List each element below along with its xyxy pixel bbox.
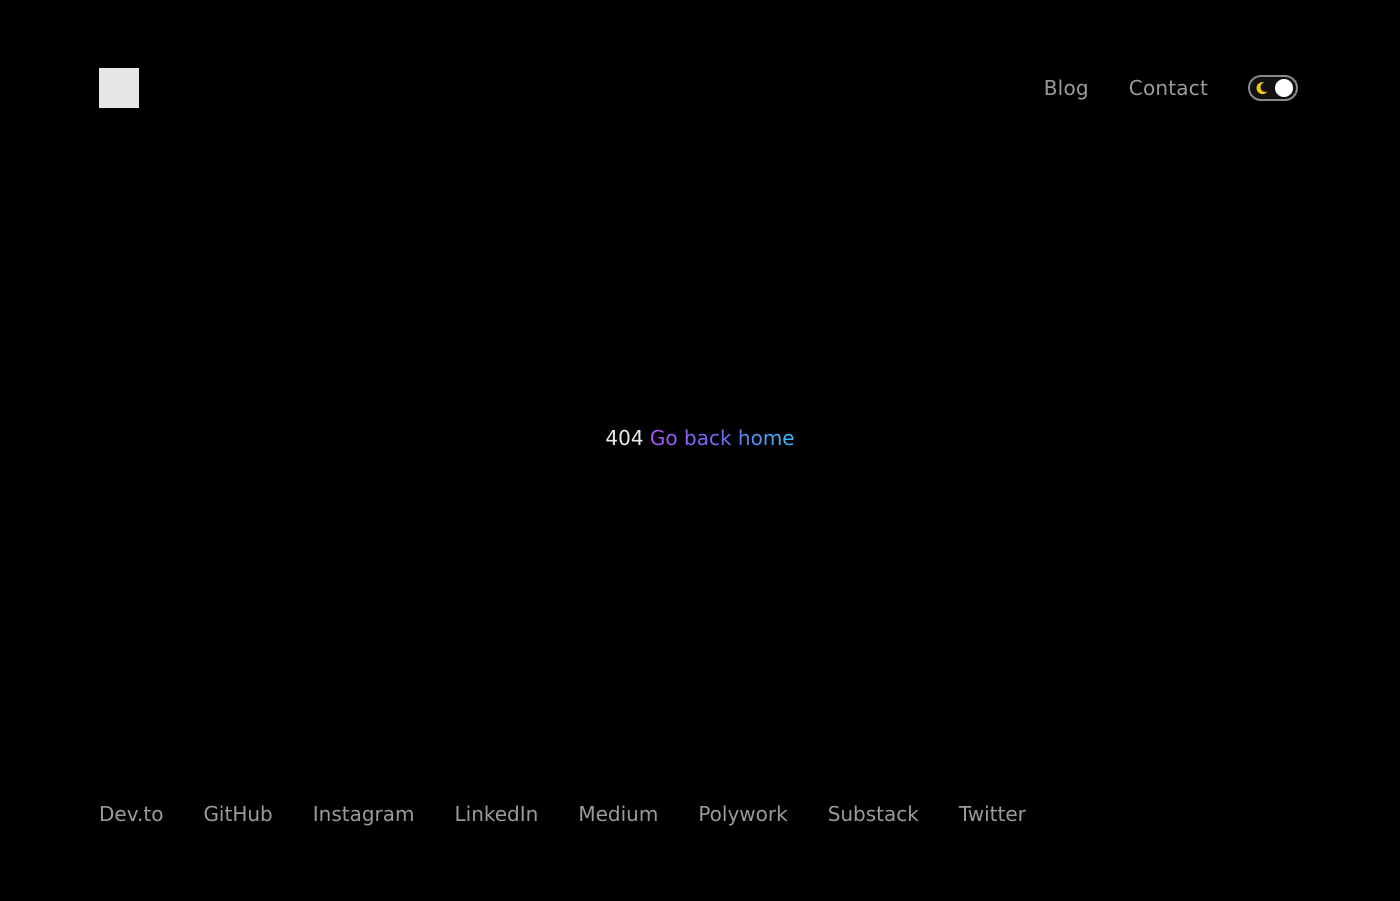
moon-icon: [1256, 82, 1268, 95]
footer-link-devto[interactable]: Dev.to: [99, 802, 163, 826]
footer-link-github[interactable]: GitHub: [203, 802, 272, 826]
theme-toggle[interactable]: [1248, 75, 1298, 101]
top-nav: Blog Contact: [1044, 72, 1298, 104]
go-back-home-link[interactable]: Go back home: [650, 426, 795, 450]
footer-link-twitter[interactable]: Twitter: [959, 802, 1026, 826]
footer-link-instagram[interactable]: Instagram: [313, 802, 415, 826]
footer-link-linkedin[interactable]: LinkedIn: [455, 802, 539, 826]
footer-link-medium[interactable]: Medium: [578, 802, 658, 826]
logo-home-link[interactable]: [99, 68, 139, 108]
toggle-knob: [1275, 79, 1293, 97]
footer-link-polywork[interactable]: Polywork: [698, 802, 787, 826]
page: Blog Contact 404 Go back home Dev.to Git…: [0, 0, 1400, 901]
error-code: 404: [605, 426, 644, 450]
not-found-message: 404 Go back home: [0, 425, 1400, 451]
footer-link-substack[interactable]: Substack: [828, 802, 919, 826]
nav-link-blog[interactable]: Blog: [1044, 76, 1089, 100]
nav-link-contact[interactable]: Contact: [1129, 76, 1208, 100]
footer-social-links: Dev.to GitHub Instagram LinkedIn Medium …: [99, 802, 1066, 826]
